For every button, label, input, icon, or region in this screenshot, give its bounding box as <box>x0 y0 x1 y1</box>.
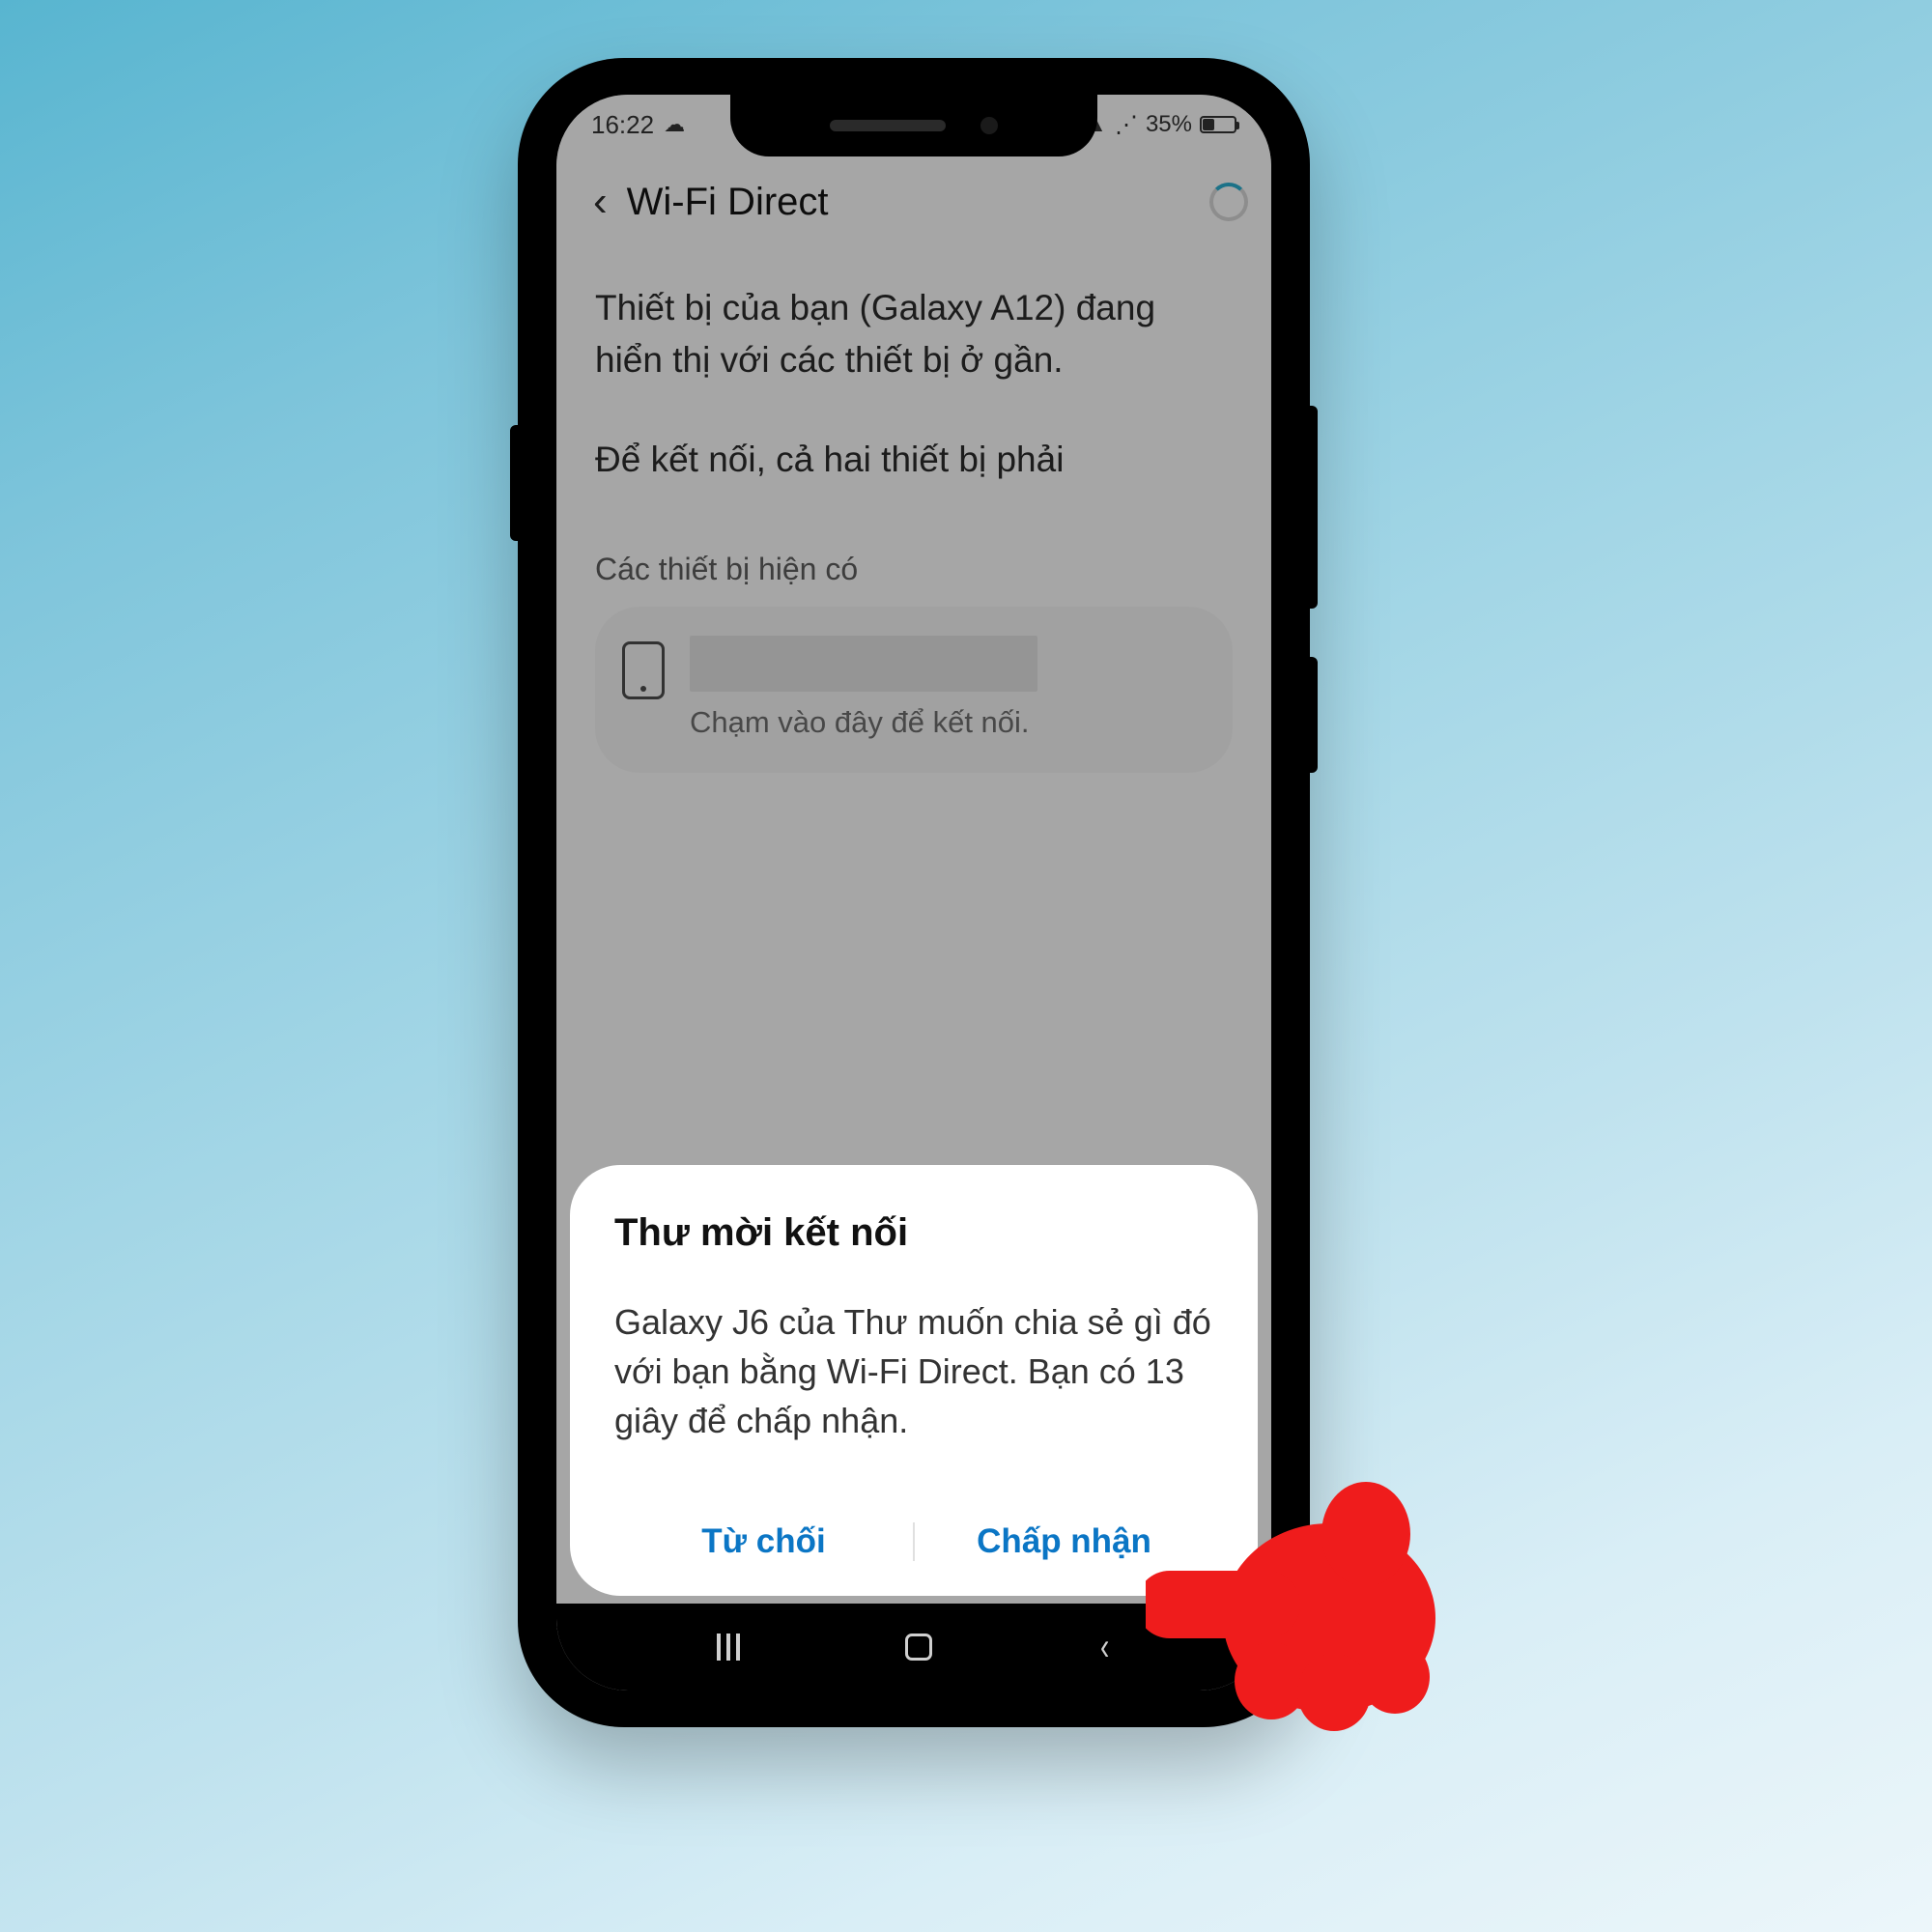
front-camera <box>980 117 998 134</box>
connection-invite-dialog: Thư mời kết nối Galaxy J6 của Thư muốn c… <box>570 1165 1258 1596</box>
phone-frame: 16:22 ☁ ▲ ⋰ 35% ‹ Wi-Fi Direct Thiết bị … <box>518 58 1310 1727</box>
dialog-actions: Từ chối Chấp nhận <box>614 1492 1213 1592</box>
volume-button <box>510 425 518 541</box>
screen: 16:22 ☁ ▲ ⋰ 35% ‹ Wi-Fi Direct Thiết bị … <box>556 95 1271 1690</box>
side-button-top <box>1310 406 1318 609</box>
phone-notch <box>730 95 1097 156</box>
speaker-grille <box>830 120 946 131</box>
dialog-title: Thư mời kết nối <box>614 1211 1213 1255</box>
nav-recent-icon[interactable] <box>717 1634 740 1661</box>
navigation-bar: ‹ <box>556 1604 1271 1690</box>
side-button-bottom <box>1310 657 1318 773</box>
accept-button[interactable]: Chấp nhận <box>915 1522 1213 1561</box>
nav-back-icon[interactable]: ‹ <box>1100 1626 1109 1669</box>
nav-home-icon[interactable] <box>905 1634 932 1661</box>
dialog-body: Galaxy J6 của Thư muốn chia sẻ gì đó với… <box>614 1297 1213 1445</box>
decline-button[interactable]: Từ chối <box>614 1522 913 1561</box>
